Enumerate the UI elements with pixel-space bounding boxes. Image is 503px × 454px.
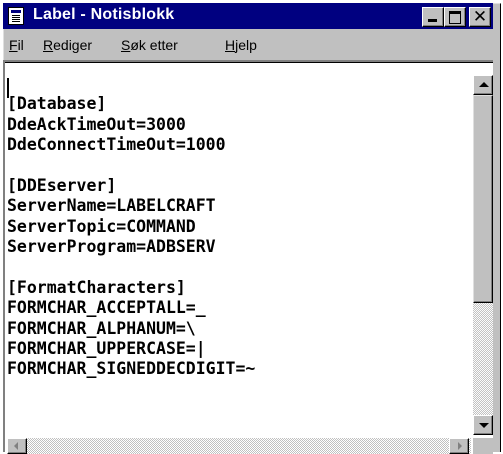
menu-fil[interactable]: Fil — [9, 37, 24, 53]
text-line — [7, 258, 467, 278]
arrow-right-icon — [458, 442, 462, 450]
window-title: Label - Notisblokk — [33, 6, 175, 23]
minimize-button[interactable] — [422, 7, 444, 27]
text-line: FORMCHAR_ALPHANUM=\ — [7, 318, 196, 338]
text-line: FORMCHAR_UPPERCASE=| — [7, 339, 206, 359]
menu-sok-etter[interactable]: Søk etter — [121, 37, 178, 53]
menu-bar: Fil Rediger Søk etter Hjelp — [3, 30, 493, 58]
arrow-down-icon — [479, 423, 489, 428]
close-button[interactable]: ✕ — [469, 7, 491, 27]
text-line: DdeConnectTimeOut=1000 — [7, 135, 226, 155]
text-line: ServerName=LABELCRAFT — [7, 196, 216, 216]
arrow-up-icon — [479, 82, 489, 87]
text-line: [DDEserver] — [7, 175, 117, 195]
menu-hjelp[interactable]: Hjelp — [225, 37, 257, 53]
vertical-scroll-thumb[interactable] — [473, 95, 493, 303]
text-line: DdeAckTimeOut=3000 — [7, 114, 186, 134]
scroll-up-button[interactable] — [473, 75, 493, 95]
arrow-left-icon — [14, 442, 18, 450]
notepad-icon[interactable] — [8, 7, 24, 25]
editor-area[interactable]: [Database] DdeAckTimeOut=3000 DdeConnectTi… — [3, 60, 493, 454]
text-line: [FormatCharacters] — [7, 277, 186, 297]
text-line — [7, 156, 467, 176]
text-line: ServerTopic=COMMAND — [7, 216, 196, 236]
text-line — [7, 74, 467, 94]
scroll-down-button[interactable] — [473, 415, 493, 435]
title-bar[interactable]: Label - Notisblokk ✕ — [3, 3, 493, 29]
vertical-scrollbar[interactable] — [473, 75, 493, 435]
close-icon: ✕ — [472, 7, 488, 27]
text-line: ServerProgram=ADBSERV — [7, 237, 216, 257]
text-line: FORMCHAR_ACCEPTALL=_ — [7, 298, 206, 318]
text-line: [Database] — [7, 94, 107, 114]
menu-rediger[interactable]: Rediger — [43, 37, 92, 53]
maximize-button[interactable] — [444, 7, 466, 27]
text-line: FORMCHAR_SIGNEDDECDIGIT=~ — [7, 359, 256, 379]
text-content[interactable]: [Database] DdeAckTimeOut=3000 DdeConnectTi… — [7, 74, 467, 434]
